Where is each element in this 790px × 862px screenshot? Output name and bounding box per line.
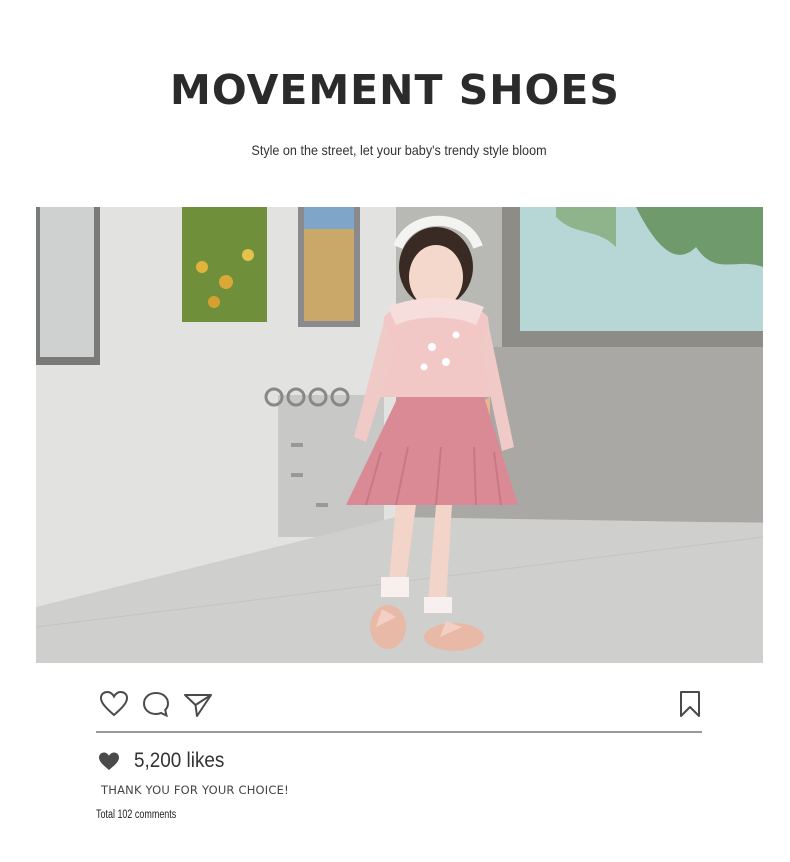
page-title: MOVEMENT SHOES — [170, 66, 620, 114]
post-photo[interactable] — [36, 207, 763, 663]
likes-row[interactable]: 5,200 likes — [98, 746, 234, 776]
speech-bubble-icon[interactable] — [140, 688, 172, 720]
heart-outline-icon[interactable] — [98, 688, 130, 720]
bookmark-icon[interactable] — [674, 688, 706, 720]
comments-link[interactable]: Total 102 comments — [96, 809, 176, 821]
paper-plane-icon[interactable] — [182, 688, 214, 720]
heart-filled-icon — [99, 752, 119, 770]
likes-count: 5,200 likes — [134, 749, 225, 772]
divider — [96, 731, 702, 733]
page-subtitle: Style on the street, let your baby's tre… — [251, 142, 547, 158]
post-action-bar — [96, 688, 702, 724]
post-caption: THANK YOU FOR YOUR CHOICE! — [101, 783, 289, 797]
